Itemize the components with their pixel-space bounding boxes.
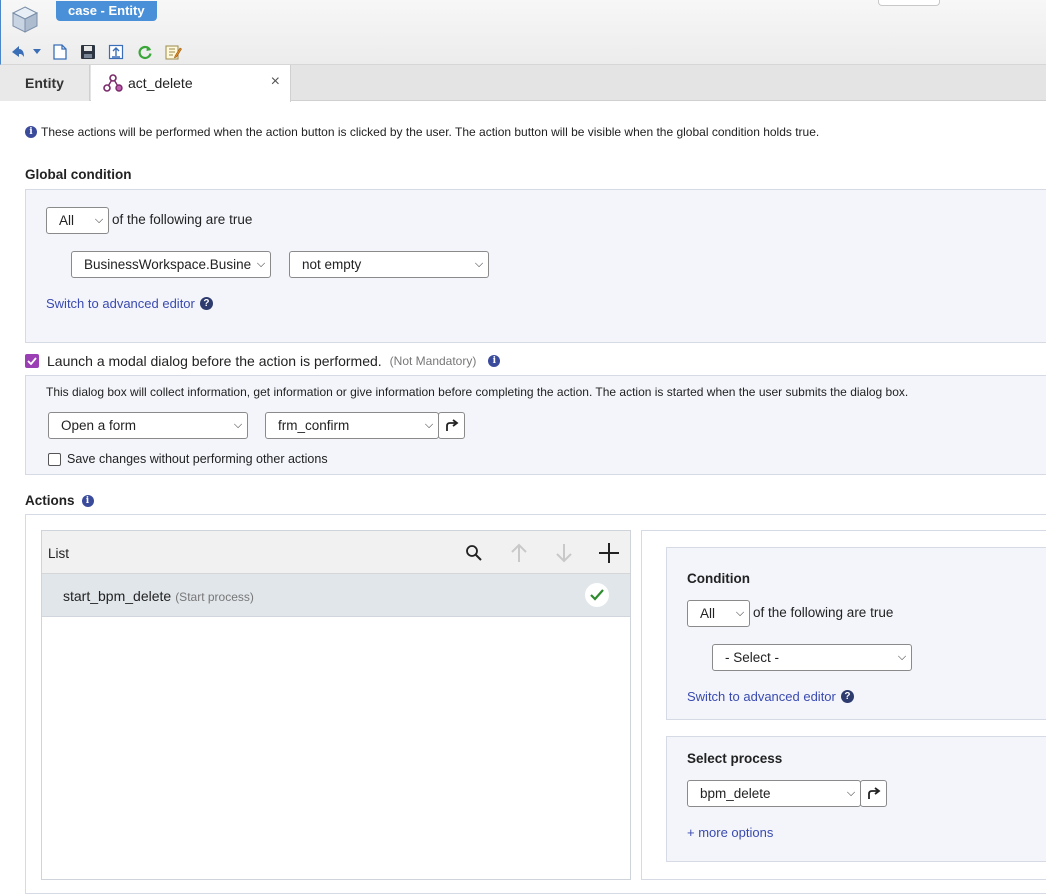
back-dropdown-icon[interactable] <box>31 43 43 61</box>
chevron-down-icon: ⌵ <box>424 419 434 431</box>
move-up-icon[interactable] <box>509 542 529 567</box>
more-options-link[interactable]: + more options <box>687 825 773 840</box>
chevron-down-icon: ⌵ <box>846 787 856 799</box>
condition-quantifier-select[interactable]: All ⌵ <box>687 600 750 627</box>
save-only-label: Save changes without performing other ac… <box>67 452 328 466</box>
actions-title: Actions <box>25 493 75 508</box>
tab-close-button[interactable]: × <box>271 73 280 91</box>
info-icon: i <box>81 494 94 507</box>
chevron-down-icon: ⌵ <box>735 607 745 619</box>
help-icon[interactable]: ? <box>840 690 854 703</box>
intro-row: i These actions will be performed when t… <box>25 125 819 139</box>
global-advanced-row: Switch to advanced editor ? <box>46 296 213 311</box>
not-mandatory-text: (Not Mandatory) <box>389 354 477 368</box>
tab-act-delete-label: act_delete <box>128 75 193 91</box>
actions-title-row: Actions i <box>25 493 94 508</box>
redirect-arrow-icon <box>867 787 880 799</box>
chevron-down-icon: ⌵ <box>94 214 104 226</box>
global-quantifier-suffix: of the following are true <box>112 212 253 227</box>
condition-title: Condition <box>687 571 750 586</box>
tab-act-delete[interactable]: act_delete × <box>91 65 291 102</box>
process-value: bpm_delete <box>700 786 771 801</box>
modal-checkbox-label: Launch a modal dialog before the action … <box>47 353 382 369</box>
open-process-button[interactable] <box>860 780 887 807</box>
condition-advanced-row: Switch to advanced editor ? <box>687 689 854 704</box>
info-icon: i <box>25 126 37 138</box>
valid-check-icon <box>585 583 609 607</box>
condition-quantifier-value: All <box>700 606 716 621</box>
global-condition-title: Global condition <box>25 167 132 182</box>
modal-checkbox[interactable] <box>25 354 39 368</box>
help-icon[interactable]: ? <box>199 297 213 310</box>
modal-mode-value: Open a form <box>61 418 137 433</box>
redirect-arrow-icon <box>445 419 458 431</box>
global-operator-value: not empty <box>302 257 362 272</box>
save-icon[interactable] <box>79 43 97 61</box>
chevron-down-icon: ⌵ <box>897 651 907 663</box>
condition-field-select[interactable]: - Select - ⌵ <box>712 644 912 671</box>
modal-checkbox-row: Launch a modal dialog before the action … <box>25 353 501 369</box>
modal-description: This dialog box will collect information… <box>46 385 909 399</box>
global-quantifier-value: All <box>59 213 75 228</box>
chevron-down-icon: ⌵ <box>256 258 266 270</box>
global-field-select[interactable]: BusinessWorkspace.Busine ⌵ <box>71 251 271 278</box>
global-advanced-editor-link[interactable]: Switch to advanced editor <box>46 296 195 311</box>
condition-quantifier-suffix: of the following are true <box>753 605 894 620</box>
modal-mode-select[interactable]: Open a form ⌵ <box>48 412 248 439</box>
tab-entity[interactable]: Entity <box>0 65 90 101</box>
condition-field-value: - Select - <box>725 650 780 665</box>
refresh-icon[interactable] <box>136 43 154 61</box>
open-form-button[interactable] <box>438 412 465 439</box>
add-icon[interactable] <box>597 541 621 568</box>
list-item-type: (Start process) <box>175 590 254 604</box>
list-header-label: List <box>48 546 70 561</box>
action-node-icon <box>103 74 123 95</box>
modal-form-select[interactable]: frm_confirm ⌵ <box>265 412 439 439</box>
edit-icon[interactable] <box>164 43 182 61</box>
modal-form-value: frm_confirm <box>278 418 350 433</box>
global-quantifier-select[interactable]: All ⌵ <box>46 207 109 234</box>
back-icon[interactable] <box>9 43 27 61</box>
window-title: case - Entity <box>56 1 157 21</box>
global-operator-select[interactable]: not empty ⌵ <box>289 251 489 278</box>
process-select[interactable]: bpm_delete ⌵ <box>687 780 861 807</box>
list-item-name: start_bpm_delete <box>63 588 172 604</box>
app-cube-icon <box>10 4 40 34</box>
info-icon: i <box>488 355 501 367</box>
chevron-down-icon: ⌵ <box>474 258 484 270</box>
condition-advanced-editor-link[interactable]: Switch to advanced editor <box>687 689 836 704</box>
save-only-checkbox[interactable] <box>48 452 61 466</box>
export-icon[interactable] <box>107 43 125 61</box>
process-title: Select process <box>687 751 783 766</box>
new-document-icon[interactable] <box>51 43 69 61</box>
top-handle[interactable] <box>878 0 940 6</box>
window-header <box>0 0 1046 65</box>
global-field-value: BusinessWorkspace.Busine <box>84 257 252 272</box>
list-header <box>42 531 630 574</box>
move-down-icon[interactable] <box>554 542 574 567</box>
chevron-down-icon: ⌵ <box>233 419 243 431</box>
save-only-row: Save changes without performing other ac… <box>48 452 328 466</box>
list-item-text: start_bpm_delete (Start process) <box>63 588 254 604</box>
search-icon[interactable] <box>465 544 483 565</box>
intro-text: These actions will be performed when the… <box>41 125 820 139</box>
